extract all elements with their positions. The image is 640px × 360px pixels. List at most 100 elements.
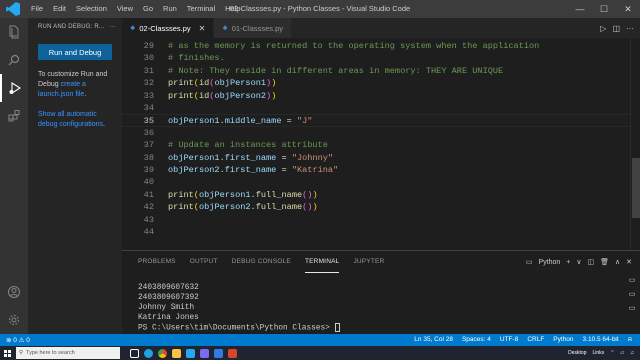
menu-item-go[interactable]: Go [138, 0, 158, 18]
menu-item-selection[interactable]: Selection [71, 0, 112, 18]
close-panel-icon[interactable]: ✕ [626, 258, 632, 266]
run-and-debug-icon[interactable] [0, 74, 28, 102]
run-and-debug-sidebar: RUN AND DEBUG: R... ··· Run and Debug To… [28, 18, 122, 334]
panel-tab-problems[interactable]: PROBLEMS [138, 251, 176, 273]
code-token: print [168, 189, 194, 200]
code-token: first_name [224, 165, 277, 175]
settings-gear-icon[interactable] [0, 306, 28, 334]
shell-name[interactable]: Python [538, 259, 560, 266]
split-terminal-icon[interactable]: ◫ [587, 258, 594, 266]
tray-links-label[interactable]: Links [593, 350, 605, 356]
terminal-icon: ▭ [525, 259, 533, 266]
panel-actions: ▭ Python + ∨ ◫ 🗑 ∧ ✕ [525, 258, 640, 267]
split-editor-icon[interactable]: ◫ [612, 24, 620, 33]
taskbar-search-input[interactable]: ⚲ Type here to search [16, 347, 120, 359]
terminal-tab-3[interactable]: ▭ [624, 301, 640, 315]
terminal-prompt-line: PS C:\Users\tim\Documents\Python Classes… [122, 323, 640, 333]
menu-item-edit[interactable]: Edit [48, 0, 71, 18]
code-token: objPerson1 [168, 152, 220, 163]
mail-icon[interactable] [214, 348, 223, 358]
title-bar: File Edit Selection View Go Run Terminal Help 0… [0, 0, 640, 18]
code-line: 30 # finishes. [122, 52, 630, 64]
extensions-icon[interactable] [0, 102, 28, 130]
line-endings[interactable]: CRLF [527, 336, 544, 344]
panel-tab-terminal[interactable]: TERMINAL [304, 251, 340, 273]
vscode-taskbar-icon[interactable] [186, 348, 195, 358]
code-line: 32 print(id(objPerson1)) [122, 77, 630, 89]
menu-item-view[interactable]: View [112, 0, 138, 18]
panel-tab-debug-console[interactable]: DEBUG CONSOLE [232, 251, 291, 273]
panel-tab-output[interactable]: OUTPUT [190, 251, 218, 273]
menu-item-help[interactable]: Help [220, 0, 245, 18]
code-token: ) [271, 78, 277, 89]
terminal-tab-1[interactable]: ▭ [624, 273, 640, 287]
task-view-icon[interactable] [130, 348, 139, 358]
tab-close-icon[interactable]: ✕ [199, 24, 206, 33]
windows-taskbar: ⚲ Type here to search Desktop Links ⌃ ▱ … [0, 346, 640, 360]
maximize-button[interactable]: ☐ [592, 0, 616, 18]
code-token: # as the memory is returned to the opera… [168, 41, 540, 51]
explorer-icon[interactable] [0, 18, 28, 46]
chrome-icon[interactable] [158, 348, 167, 358]
python-interpreter[interactable]: 3.10.5 64-bit [583, 336, 619, 344]
scrollbar-thumb[interactable] [632, 158, 640, 218]
show-configs-text: Show all automatic debug configurations. [38, 110, 112, 130]
code-editor[interactable]: 29 # as the memory is returned to the ope… [122, 38, 630, 250]
editor-actions: ▷ ◫ ··· [600, 18, 640, 38]
code-line: 41 print(objPerson1.full_name()) [122, 189, 630, 201]
chevron-up-icon[interactable]: ⌃ [610, 350, 614, 356]
tray-desktop-label[interactable]: Desktop [568, 350, 586, 356]
code-token: objPerson2 [198, 202, 251, 213]
notifications-bell-icon[interactable]: ⍾ [628, 336, 632, 344]
volume-icon[interactable]: ♫ [630, 350, 634, 356]
code-token: id [198, 78, 210, 89]
menu-item-file[interactable]: File [26, 0, 48, 18]
code-token: full_name [255, 189, 303, 200]
maximize-panel-icon[interactable]: ∧ [615, 258, 620, 266]
terminal-list: ▭ ▭ ▭ [624, 273, 640, 335]
editor-scrollbar[interactable] [630, 38, 640, 250]
code-token: # finishes. [168, 53, 225, 64]
python-file-icon: ❖ [222, 25, 228, 32]
minimize-button[interactable]: — [568, 0, 592, 18]
code-line: 43 [122, 214, 630, 226]
editor-tab[interactable]: ❖ 02-Classses.py ✕ [122, 18, 215, 38]
terminal-tab-2[interactable]: ▭ [624, 287, 640, 301]
network-icon[interactable]: ▱ [620, 350, 624, 356]
panel-tab-jupyter[interactable]: JUPYTER [353, 251, 384, 273]
encoding[interactable]: UTF-8 [500, 336, 518, 344]
language-mode[interactable]: Python [553, 336, 573, 344]
new-terminal-icon[interactable]: + [566, 259, 570, 266]
app-icon[interactable] [228, 348, 237, 358]
close-window-button[interactable]: ✕ [616, 0, 640, 18]
show-automatic-configs-link[interactable]: Show all automatic debug configurations [38, 111, 103, 128]
editor-tab[interactable]: ❖ 01-Classses.py [214, 18, 293, 38]
code-line: 29 # as the memory is returned to the ope… [122, 40, 630, 52]
cursor-position[interactable]: Ln 35, Col 28 [414, 336, 453, 344]
kill-terminal-icon[interactable]: 🗑 [600, 258, 609, 266]
terminal-cursor [334, 323, 340, 332]
start-icon[interactable] [0, 346, 14, 360]
file-explorer-icon[interactable] [172, 348, 181, 358]
search-icon[interactable] [0, 46, 28, 74]
code-token: "Katrina" [291, 165, 339, 175]
terminal-line: 2403809607632 [138, 284, 199, 292]
menu-item-run[interactable]: Run [158, 0, 182, 18]
terminal-output[interactable]: 2403809607632 2403809607392 Johnny Smith Ka… [122, 273, 640, 333]
more-actions-icon[interactable]: ··· [626, 24, 634, 33]
more-actions-icon[interactable]: ··· [109, 18, 116, 36]
store-icon[interactable] [200, 348, 209, 358]
menu-item-terminal[interactable]: Terminal [182, 0, 220, 18]
line-number: 44 [143, 227, 154, 237]
code-line: 40 [122, 176, 630, 188]
run-and-debug-button[interactable]: Run and Debug [38, 44, 112, 60]
terminal-dropdown-icon[interactable]: ∨ [576, 258, 581, 266]
customize-text: To customize Run and Debug create a laun… [38, 70, 112, 100]
accounts-icon[interactable] [0, 278, 28, 306]
edge-icon[interactable] [144, 348, 153, 358]
problems-count[interactable]: ⊗ 0 ⚠ 0 [6, 336, 30, 344]
indentation[interactable]: Spaces: 4 [462, 336, 491, 344]
panel-tabs: PROBLEMS OUTPUT DEBUG CONSOLE TERMINAL JUPYT… [122, 251, 640, 273]
line-number: 37 [143, 140, 154, 151]
run-python-file-icon[interactable]: ▷ [600, 24, 606, 33]
